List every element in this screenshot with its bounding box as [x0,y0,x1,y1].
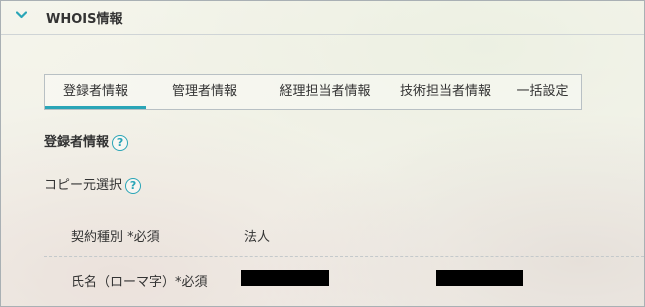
registrant-heading: 登録者情報? [44,131,129,151]
tab-bulk-settings[interactable]: 一括設定 [504,75,581,109]
section-header[interactable]: WHOIS情報 [1,1,644,35]
tab-billing-contact[interactable]: 経理担当者情報 [263,75,387,109]
whois-panel: WHOIS情報 登録者情報 管理者情報 経理担当者情報 技術担当者情報 一括設定… [0,0,645,307]
tab-bar: 登録者情報 管理者情報 経理担当者情報 技術担当者情報 一括設定 [44,74,582,110]
contract-type-value: 法人 [244,230,271,245]
section-title: WHOIS情報 [46,12,123,27]
contract-type-label: 契約種別 *必須 [71,230,160,245]
chevron-down-icon[interactable] [16,11,27,19]
name-roman-row: 氏名（ローマ字）*必須 [44,257,644,301]
name-roman-label: 氏名（ローマ字）*必須 [71,275,208,290]
tab-admin[interactable]: 管理者情報 [146,75,263,109]
copy-source-select: コピー元選択? [44,174,142,194]
redacted-first-name [436,270,523,286]
tab-tech-contact[interactable]: 技術担当者情報 [387,75,504,109]
redacted-last-name [241,270,329,286]
tab-registrant[interactable]: 登録者情報 [45,75,146,109]
copy-source-label: コピー元選択 [44,178,123,193]
contract-type-row: 契約種別 *必須 法人 [44,212,644,257]
help-icon[interactable]: ? [125,177,142,194]
registrant-heading-text: 登録者情報 [44,135,110,150]
help-icon[interactable]: ? [112,134,129,151]
